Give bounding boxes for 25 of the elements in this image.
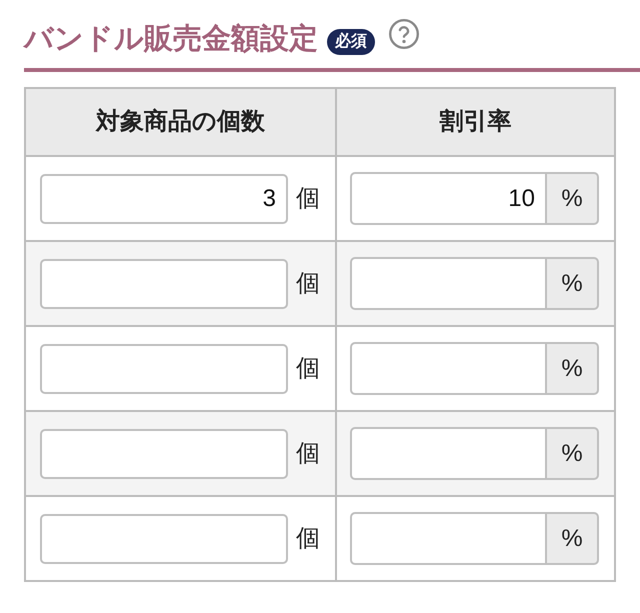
percent-addon: %	[545, 427, 599, 480]
unit-label: 個	[296, 268, 320, 298]
quantity-input[interactable]: 3	[40, 174, 288, 224]
percent-addon: %	[545, 342, 599, 395]
help-icon[interactable]	[389, 19, 419, 49]
quantity-input[interactable]	[40, 344, 288, 394]
column-header: 対象商品の個数	[25, 88, 336, 156]
discount-input[interactable]: 10	[350, 172, 545, 225]
percent-addon: %	[545, 172, 599, 225]
discount-input[interactable]	[350, 342, 545, 395]
required-badge: 必須	[327, 29, 375, 55]
percent-addon: %	[545, 512, 599, 565]
unit-label: 個	[296, 184, 320, 214]
discount-input[interactable]	[350, 427, 545, 480]
column-header: 割引率	[336, 88, 615, 156]
unit-label: 個	[296, 438, 320, 468]
discount-input[interactable]	[350, 257, 545, 310]
unit-label: 個	[296, 354, 320, 384]
unit-label: 個	[296, 524, 320, 554]
discount-input[interactable]	[350, 512, 545, 565]
quantity-input[interactable]	[40, 514, 288, 564]
percent-addon: %	[545, 257, 599, 310]
quantity-input[interactable]	[40, 428, 288, 478]
section-title: バンドル販売金額設定	[24, 24, 318, 54]
quantity-input[interactable]	[40, 258, 288, 308]
